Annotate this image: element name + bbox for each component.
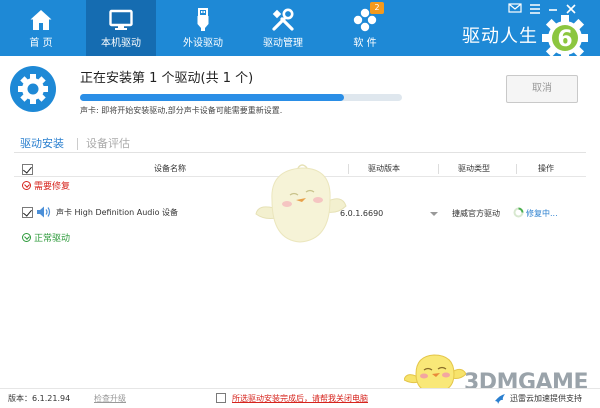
group-normal-drivers[interactable]: 正常驱动 <box>22 233 70 245</box>
driver-type: 捷威官方驱动 <box>452 209 500 218</box>
collapse-chevron-icon <box>22 181 31 190</box>
device-name: 声卡 High Definition Audio 设备 <box>56 208 179 217</box>
row-checkbox[interactable] <box>22 207 33 218</box>
brand-logo-gear-icon: 6 <box>542 15 588 61</box>
nav-tab-local-drivers[interactable]: 本机驱动 <box>86 0 156 56</box>
group-label: 正常驱动 <box>34 234 71 244</box>
close-icon[interactable] <box>564 3 578 15</box>
column-header-action: 操作 <box>538 164 554 173</box>
column-header-driver-version: 驱动版本 <box>368 164 400 173</box>
installing-gear-icon <box>10 66 56 112</box>
column-header-device-name: 设备名称 <box>154 164 186 173</box>
spinner-icon <box>513 207 524 218</box>
menu-icon[interactable] <box>528 3 542 15</box>
install-progress-fill <box>80 94 345 101</box>
usb-icon <box>197 8 209 31</box>
top-navigation-bar: 首 页 本机驱动 外设驱动 驱动管理 2 软 件 驱动人生 6 <box>0 0 600 61</box>
home-icon <box>30 10 52 30</box>
feedback-icon[interactable] <box>508 3 522 15</box>
speaker-icon <box>37 206 51 218</box>
sponsor-text: 迅雷云加速提供支持 <box>510 394 582 403</box>
column-divider <box>348 164 349 174</box>
tabs-underline <box>14 152 586 153</box>
version-dropdown-arrow-icon[interactable] <box>430 212 438 216</box>
version-label: 版本：6.1.21.94 <box>8 394 71 403</box>
shutdown-after-install-label[interactable]: 所选驱动安装完成后，请帮我关闭电脑 <box>232 394 368 404</box>
tab-divider <box>77 138 78 150</box>
column-divider <box>438 164 439 174</box>
status-footer: 版本：6.1.21.94 检查升级 所选驱动安装完成后，请帮我关闭电脑 迅雷云加… <box>0 388 600 408</box>
install-progress-bar <box>80 94 402 101</box>
group-needs-repair[interactable]: 需要修复 <box>22 181 70 193</box>
install-status-title: 正在安装第 1 个驱动(共 1 个) <box>80 71 254 86</box>
column-header-driver-type: 驱动类型 <box>458 164 490 173</box>
tab-driver-install[interactable]: 驱动安装 <box>20 137 64 151</box>
mascot-chick-small-illustration <box>404 354 466 392</box>
nav-tab-label: 软 件 <box>353 38 377 49</box>
monitor-icon <box>109 9 133 30</box>
check-update-link[interactable]: 检查升级 <box>94 394 126 404</box>
select-all-checkbox[interactable] <box>22 164 33 175</box>
nav-tab-label: 驱动管理 <box>263 38 303 49</box>
group-label: 需要修复 <box>34 182 71 192</box>
shutdown-after-install-checkbox[interactable] <box>216 393 226 403</box>
tools-icon <box>272 8 294 31</box>
checkmark-icon <box>23 164 32 174</box>
nav-tab-driver-management[interactable]: 驱动管理 <box>248 0 318 56</box>
nav-tab-label: 本机驱动 <box>101 38 141 49</box>
column-divider <box>516 164 517 174</box>
software-update-badge: 2 <box>370 2 384 14</box>
brand-logo-digit: 6 <box>557 27 572 52</box>
repair-action-status[interactable]: 修复中... <box>526 209 558 219</box>
nav-tab-external-drivers[interactable]: 外设驱动 <box>168 0 238 56</box>
nav-tab-label: 首 页 <box>29 38 53 49</box>
mascot-chick-illustration <box>255 164 347 243</box>
install-status-message: 声卡: 即将开始安装驱动,部分声卡设备可能需要重新设置. <box>80 106 283 115</box>
nav-tab-home[interactable]: 首 页 <box>8 0 74 56</box>
nav-tab-software[interactable]: 2 软 件 <box>332 0 398 56</box>
brand-name: 驱动人生 <box>462 26 538 47</box>
cancel-button[interactable]: 取消 <box>506 75 578 103</box>
checkmark-icon <box>23 207 32 217</box>
thunder-bird-icon <box>495 394 505 404</box>
nav-tab-label: 外设驱动 <box>183 38 223 49</box>
minimize-icon[interactable] <box>546 3 560 15</box>
tab-device-evaluation[interactable]: 设备评估 <box>86 137 130 151</box>
collapse-chevron-icon <box>22 233 31 242</box>
